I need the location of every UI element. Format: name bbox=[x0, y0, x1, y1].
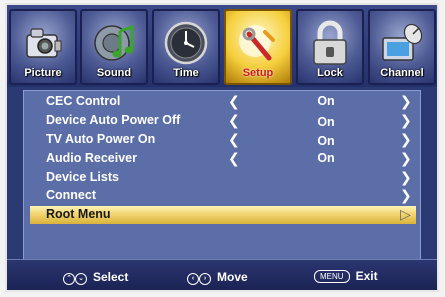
menu-key-icon: MENU bbox=[314, 269, 350, 283]
tab-picture[interactable]: Picture bbox=[9, 9, 77, 85]
menu-item-value: On bbox=[317, 134, 335, 148]
arrow-right-icon[interactable]: ❯ bbox=[400, 131, 412, 148]
osd-frame: Picture Sound Time Setup Lock Channel CE… bbox=[5, 3, 439, 292]
tab-label: Sound bbox=[96, 67, 132, 79]
tab-label: Lock bbox=[317, 67, 343, 79]
hint-exit-label: Exit bbox=[355, 269, 378, 283]
camera-icon bbox=[11, 17, 75, 69]
right-key-icon: › bbox=[199, 273, 211, 285]
menu-item-label: CEC Control bbox=[46, 94, 121, 108]
arrow-left-icon[interactable]: ❮ bbox=[228, 93, 240, 110]
tab-label: Time bbox=[173, 67, 199, 79]
arrow-right-icon[interactable]: ❯ bbox=[400, 187, 412, 204]
menu-item-label: TV Auto Power On bbox=[46, 132, 156, 146]
menu-item-device-lists[interactable]: Device Lists ❯ bbox=[30, 169, 416, 187]
arrow-right-icon[interactable]: ❯ bbox=[400, 93, 412, 110]
menu-item-label: Root Menu bbox=[46, 207, 111, 221]
menu-item-label: Audio Receiver bbox=[46, 151, 138, 165]
tab-lock[interactable]: Lock bbox=[296, 9, 364, 85]
tab-channel[interactable]: Channel bbox=[368, 9, 436, 85]
clock-icon bbox=[154, 17, 218, 69]
menu-item-label: Device Auto Power Off bbox=[46, 113, 181, 127]
menu-item-cec-control[interactable]: CEC Control ❮ On ❯ bbox=[30, 93, 416, 111]
down-key-icon: ⌄ bbox=[75, 273, 87, 285]
menu-item-value: On bbox=[317, 94, 335, 108]
tab-bar: Picture Sound Time Setup Lock Channel bbox=[7, 5, 437, 87]
left-right-keys-icon: ‹ › bbox=[187, 269, 211, 285]
menu-item-connect[interactable]: Connect ❯ bbox=[30, 187, 416, 205]
left-key-icon: ‹ bbox=[187, 273, 199, 285]
tab-label: Picture bbox=[24, 67, 62, 79]
arrow-right-icon[interactable]: ❯ bbox=[400, 150, 412, 167]
hint-move: ‹ › Move bbox=[187, 269, 248, 285]
tab-label: Setup bbox=[242, 67, 274, 79]
menu-item-device-auto-power-off[interactable]: Device Auto Power Off ❮ On ❯ bbox=[30, 112, 416, 130]
music-note-icon bbox=[82, 17, 146, 69]
satellite-dish-icon bbox=[370, 17, 434, 69]
menu-item-tv-auto-power-on[interactable]: TV Auto Power On ❮ On ❯ bbox=[30, 131, 416, 149]
padlock-icon bbox=[298, 17, 362, 69]
up-down-keys-icon: ⌃ ⌄ bbox=[63, 269, 87, 285]
menu-item-audio-receiver[interactable]: Audio Receiver ❮ On ❯ bbox=[30, 150, 416, 168]
menu-item-root-menu[interactable]: Root Menu ▷ bbox=[30, 206, 416, 224]
hint-select-label: Select bbox=[93, 270, 129, 284]
arrow-right-icon[interactable]: ❯ bbox=[400, 169, 412, 186]
hint-select: ⌃ ⌄ Select bbox=[63, 269, 128, 285]
arrow-left-icon[interactable]: ❮ bbox=[228, 150, 240, 167]
menu-item-value: On bbox=[317, 115, 335, 129]
menu-item-label: Device Lists bbox=[46, 170, 119, 184]
hint-move-label: Move bbox=[217, 270, 248, 284]
footer-hint-bar: ⌃ ⌄ Select ‹ › Move MENU Exit bbox=[7, 259, 437, 290]
wrench-icon bbox=[226, 17, 290, 69]
tab-setup[interactable]: Setup bbox=[224, 9, 292, 85]
arrow-left-icon[interactable]: ❮ bbox=[228, 112, 240, 129]
tab-sound[interactable]: Sound bbox=[80, 9, 148, 85]
arrow-right-outline-icon[interactable]: ▷ bbox=[400, 206, 411, 223]
menu-item-label: Connect bbox=[46, 188, 96, 202]
arrow-left-icon[interactable]: ❮ bbox=[228, 131, 240, 148]
menu-item-value: On bbox=[317, 151, 335, 165]
hint-exit: MENU Exit bbox=[314, 269, 378, 283]
setup-menu-panel: CEC Control ❮ On ❯ Device Auto Power Off… bbox=[23, 90, 421, 262]
arrow-right-icon[interactable]: ❯ bbox=[400, 112, 412, 129]
up-key-icon: ⌃ bbox=[63, 273, 75, 285]
tab-label: Channel bbox=[380, 67, 424, 79]
tab-time[interactable]: Time bbox=[152, 9, 220, 85]
